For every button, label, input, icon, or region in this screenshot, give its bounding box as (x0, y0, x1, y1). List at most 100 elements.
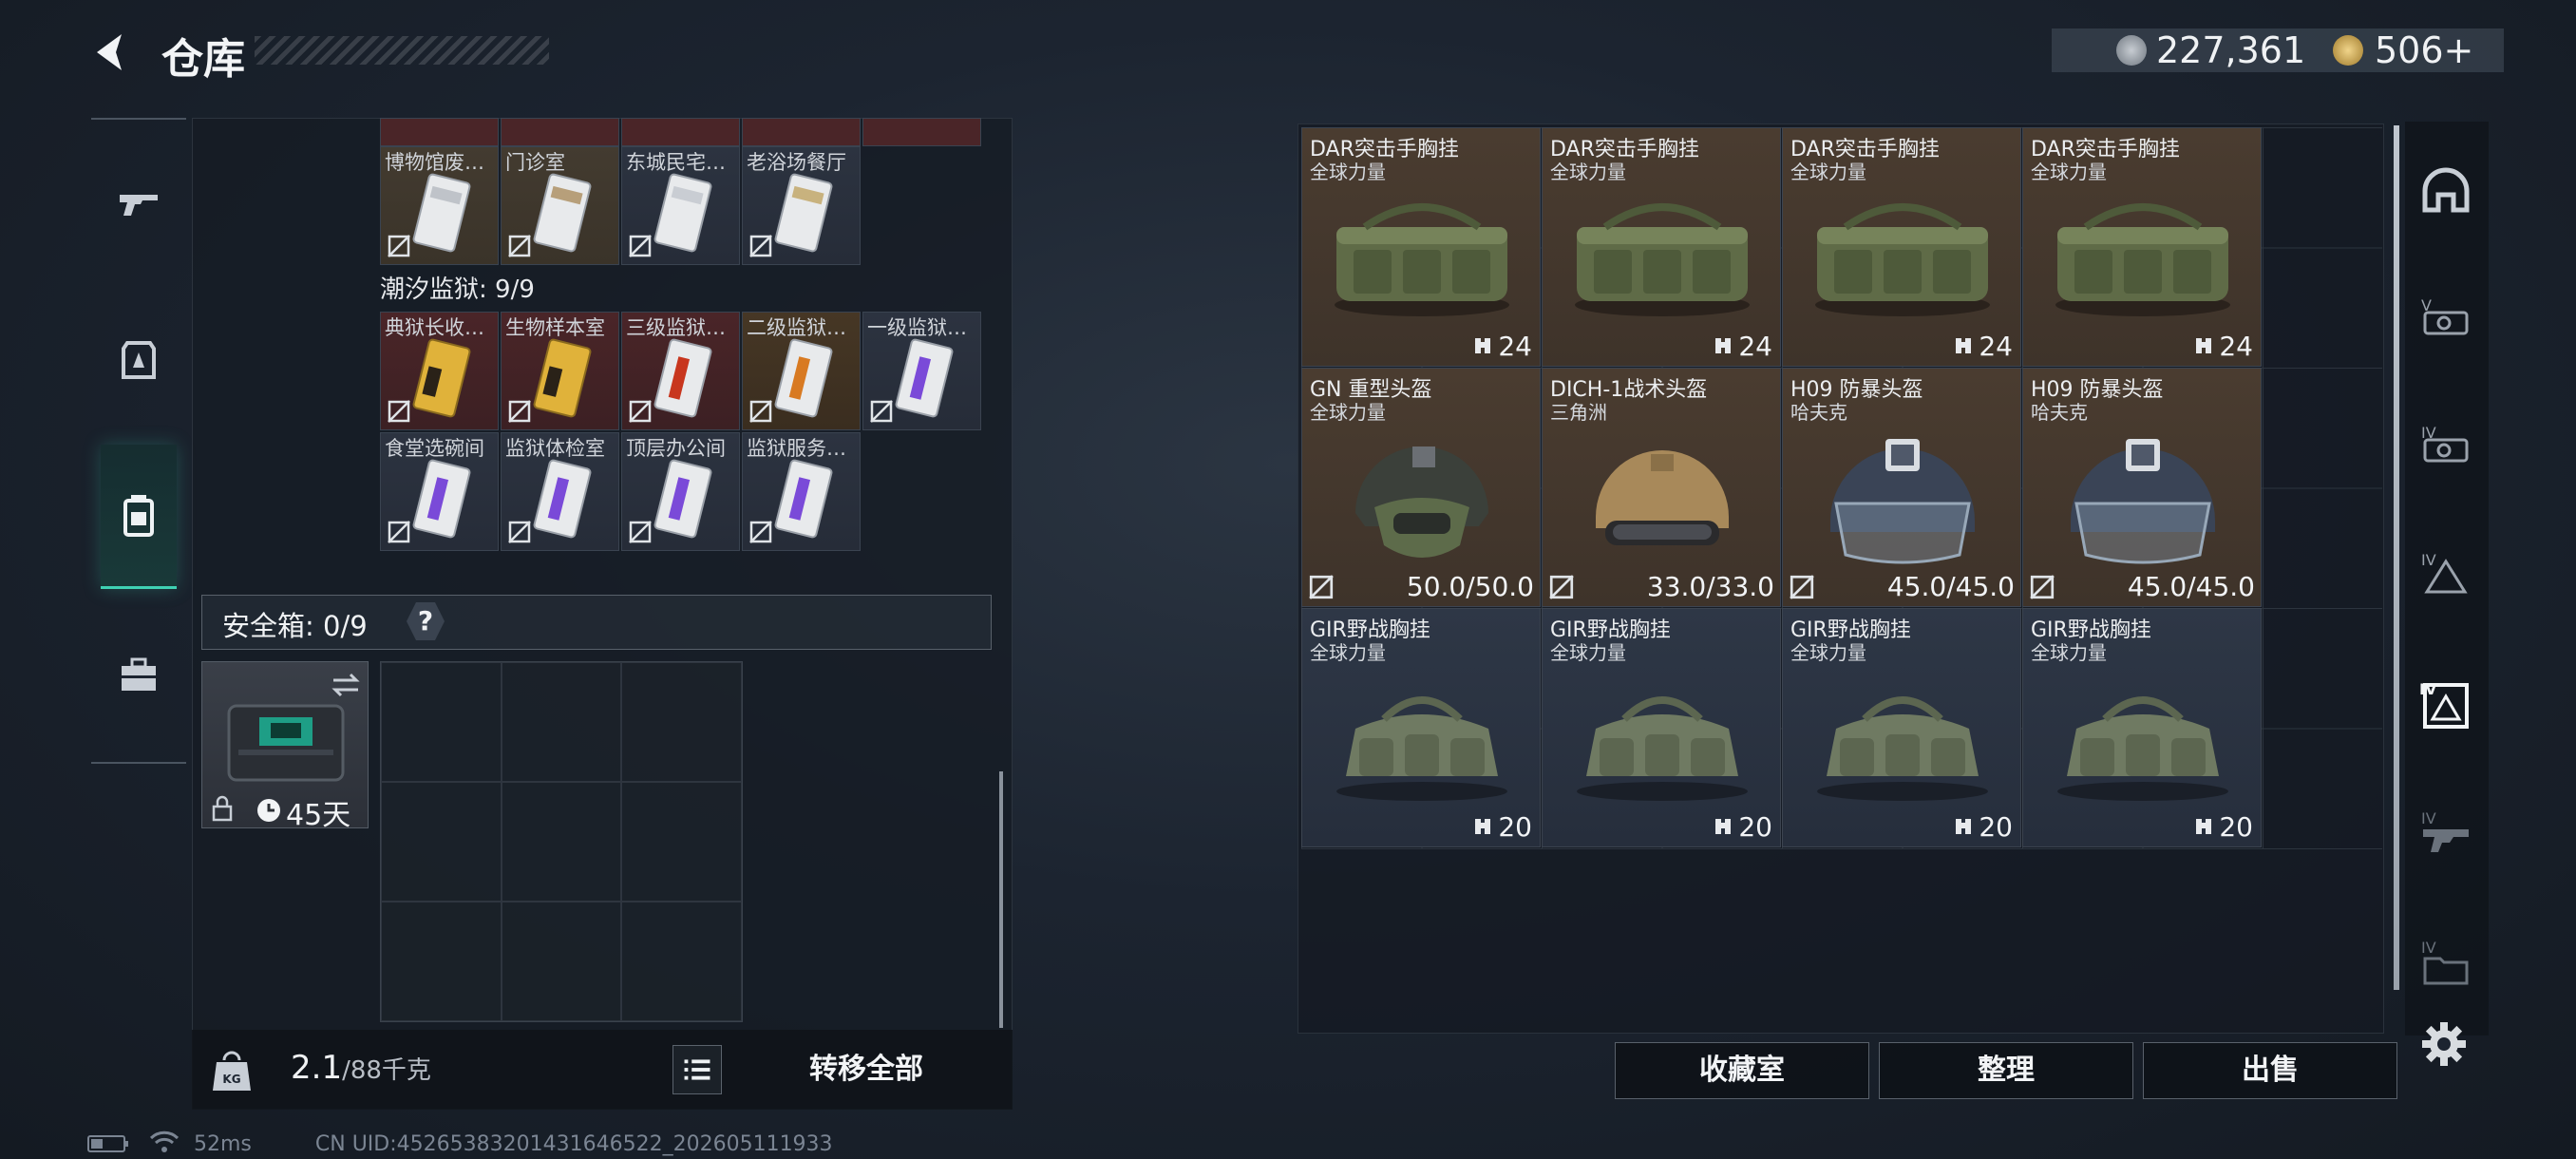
capacity-icon (1475, 819, 1491, 834)
item-faction: 全球力量 (2031, 641, 2107, 664)
svg-text:KG: KG (222, 1073, 240, 1086)
rail-weapons-button[interactable] (101, 152, 177, 256)
keycard-grid-prison-2: 食堂选碗间 监狱体检室 顶层办公间 监狱服务… (380, 432, 861, 551)
item-faction: 三角洲 (1550, 401, 1607, 424)
storage-item-tile[interactable]: DAR突击手胸挂 全球力量 24 (2022, 127, 2262, 367)
keycard-icon (533, 173, 592, 253)
storage-item-tile[interactable]: GIR野战胸挂 全球力量 20 (1782, 608, 2021, 847)
item-capacity-value: 20 (2219, 811, 2253, 843)
backpack-icon (123, 495, 154, 537)
item-capacity: 20 (1471, 811, 1532, 843)
keycard-tile[interactable] (380, 118, 499, 146)
category-tier4-gun-button[interactable]: IV (2409, 779, 2483, 884)
keycard-tile[interactable]: 老浴场餐厅 (742, 146, 861, 265)
no-bind-icon (1790, 575, 1814, 599)
organize-button[interactable]: 整理 (1879, 1042, 2133, 1099)
item-capacity-value: 24 (1979, 331, 2013, 362)
empty-slot[interactable] (381, 902, 502, 1021)
keycard-tile[interactable]: 监狱服务… (742, 432, 861, 551)
keycard-tile[interactable]: 食堂选碗间 (380, 432, 499, 551)
safebox-item[interactable]: 45天 (201, 661, 369, 832)
storage-item-tile[interactable]: DAR突击手胸挂 全球力量 24 (1301, 127, 1541, 367)
item-faction: 全球力量 (1790, 641, 1866, 664)
empty-slot[interactable] (621, 662, 742, 782)
storage-item-tile[interactable]: GIR野战胸挂 全球力量 20 (1301, 608, 1541, 847)
item-faction: 全球力量 (1790, 161, 1866, 183)
keycard-tile[interactable] (862, 118, 981, 146)
keycard-tile[interactable]: 东城民宅… (621, 146, 740, 265)
item-capacity: 20 (2192, 811, 2253, 843)
field-rig-image (1336, 696, 1507, 801)
rail-backpack-button[interactable] (101, 464, 177, 568)
collection-room-button[interactable]: 收藏室 (1615, 1042, 1869, 1099)
storage-item-tile[interactable]: DICH-1战术头盔 三角洲 33.0/33.0 (1542, 368, 1781, 607)
keycard-tile[interactable]: 顶层办公间 (621, 432, 740, 551)
no-bind-icon (749, 235, 772, 257)
keycard-tile[interactable]: 门诊室 (501, 146, 619, 265)
storage-item-tile[interactable]: GN 重型头盔 全球力量 50.0/50.0 (1301, 368, 1541, 607)
category-tier4-folder-button[interactable]: IV (2409, 908, 2483, 1013)
tactical-helmet-image (1596, 450, 1729, 545)
rail-tools-button[interactable] (101, 623, 177, 728)
safebox-label: 安全箱: 0/9 (222, 610, 368, 642)
list-view-button[interactable] (672, 1045, 722, 1094)
empty-slot[interactable] (381, 782, 502, 902)
keycard-icon (412, 338, 471, 418)
keycard-tile[interactable]: 生物样本室 (501, 312, 619, 430)
keycard-tile[interactable]: 博物馆废… (380, 146, 499, 265)
storage-item-tile[interactable]: DAR突击手胸挂 全球力量 24 (1782, 127, 2021, 367)
category-tier4-rig-button[interactable]: IV (2409, 391, 2483, 496)
storage-item-tile[interactable]: H09 防暴头盔 哈夫克 45.0/45.0 (2022, 368, 2262, 607)
item-capacity-value: 20 (1979, 811, 2013, 843)
no-bind-icon (508, 400, 531, 423)
armor-icon (122, 341, 156, 379)
empty-slot[interactable] (381, 662, 502, 782)
storage-item-tile[interactable]: DAR突击手胸挂 全球力量 24 (1542, 127, 1781, 367)
category-all-button[interactable] (2409, 139, 2483, 243)
keycard-tile[interactable] (621, 118, 740, 146)
empty-slot[interactable] (501, 782, 622, 902)
keycard-tile[interactable]: 监狱体检室 (501, 432, 619, 551)
no-bind-icon (749, 521, 772, 543)
keycard-label: 三级监狱… (626, 316, 726, 339)
keycard-label: 食堂选碗间 (385, 437, 484, 460)
storage-scrollbar-thumb[interactable] (2394, 125, 2399, 990)
keycard-icon (533, 338, 592, 418)
svg-text:IV: IV (2421, 809, 2436, 827)
storage-item-tile[interactable]: GIR野战胸挂 全球力量 20 (2022, 608, 2262, 847)
item-faction: 全球力量 (1310, 161, 1386, 183)
inventory-scrollbar[interactable] (999, 771, 1003, 1028)
keycard-label: 典狱长收… (385, 316, 484, 339)
tier4-rig-icon: IV (2421, 424, 2469, 463)
rail-armor-button[interactable] (101, 308, 177, 412)
storage-item-tile[interactable]: GIR野战胸挂 全球力量 20 (1542, 608, 1781, 847)
empty-slot[interactable] (501, 902, 622, 1021)
keycard-tile[interactable]: 典狱长收… (380, 312, 499, 430)
back-arrow-icon[interactable] (87, 28, 135, 76)
transfer-all-button[interactable]: 转移全部 (735, 1041, 997, 1098)
category-tier4-armor-button[interactable]: IV (2409, 650, 2483, 754)
empty-slot[interactable] (621, 902, 742, 1021)
settings-gear-icon[interactable] (2420, 1020, 2468, 1068)
keycard-tile[interactable]: 一级监狱… (862, 312, 981, 430)
keycard-tile[interactable]: 二级监狱… (742, 312, 861, 430)
category-tier5-rig-button[interactable]: V (2409, 264, 2483, 369)
empty-slot[interactable] (501, 662, 622, 782)
briefcase-icon (122, 657, 156, 691)
capacity-icon (1956, 338, 1972, 353)
coin-icon (2116, 35, 2147, 66)
keycard-tile[interactable] (742, 118, 861, 146)
keycard-label: 二级监狱… (747, 316, 846, 339)
storage-item-tile[interactable]: H09 防暴头盔 哈夫克 45.0/45.0 (1782, 368, 2021, 607)
no-bind-icon (2030, 575, 2055, 599)
keycard-tile[interactable]: 三级监狱… (621, 312, 740, 430)
category-tier4-helmet-button[interactable]: IV (2409, 521, 2483, 625)
gold-bond-balance[interactable]: 506+ (2375, 28, 2473, 72)
empty-slot[interactable] (621, 782, 742, 902)
keycard-tile[interactable] (501, 118, 619, 146)
keycard-label: 顶层办公间 (626, 437, 726, 460)
keycard-row-partial (380, 118, 984, 146)
swap-icon[interactable] (330, 672, 362, 698)
sell-button[interactable]: 出售 (2143, 1042, 2397, 1099)
keycard-label: 门诊室 (505, 151, 565, 174)
